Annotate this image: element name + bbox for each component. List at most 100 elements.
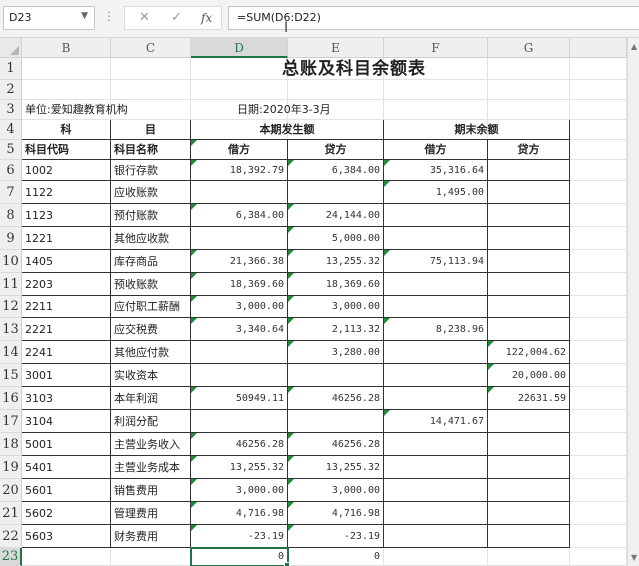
- table-cell-g[interactable]: [488, 204, 570, 227]
- table-cell-e[interactable]: 5,000.00: [288, 227, 384, 250]
- table-cell-e[interactable]: 13,255.32: [288, 456, 384, 479]
- table-cell-e[interactable]: 3,280.00: [288, 341, 384, 364]
- column-header-b[interactable]: B: [22, 38, 111, 58]
- table-cell-d[interactable]: 13,255.32: [191, 456, 288, 479]
- table-cell-e[interactable]: 3,000.00: [288, 296, 384, 318]
- table-cell-name[interactable]: 银行存款: [111, 160, 191, 181]
- row-header-16[interactable]: 16: [0, 387, 22, 410]
- row-header-2[interactable]: 2: [0, 80, 22, 100]
- table-cell-name[interactable]: 财务费用: [111, 525, 191, 548]
- table-cell-d[interactable]: 21,366.38: [191, 250, 288, 273]
- table-cell-f[interactable]: [384, 227, 488, 250]
- table-cell-d[interactable]: 46256.28: [191, 433, 288, 456]
- table-cell-code[interactable]: 3103: [22, 387, 111, 410]
- table-cell-f[interactable]: [384, 296, 488, 318]
- row-header-7[interactable]: 7: [0, 181, 22, 204]
- table-cell-code[interactable]: 2203: [22, 273, 111, 296]
- cancel-icon[interactable]: ✕: [139, 10, 150, 25]
- row-header-17[interactable]: 17: [0, 410, 22, 433]
- row-header-9[interactable]: 9: [0, 227, 22, 250]
- column-header-g[interactable]: G: [488, 38, 570, 58]
- table-cell-name[interactable]: 销售费用: [111, 479, 191, 502]
- table-cell-f[interactable]: [384, 456, 488, 479]
- formula-input[interactable]: =SUM(D6:D22): [228, 6, 639, 30]
- table-cell-code[interactable]: 5601: [22, 479, 111, 502]
- fill-handle[interactable]: [284, 562, 290, 566]
- table-cell-g[interactable]: [488, 502, 570, 525]
- table-cell-f[interactable]: 8,238.96: [384, 318, 488, 341]
- table-cell-code[interactable]: 1405: [22, 250, 111, 273]
- row-header-22[interactable]: 22: [0, 525, 22, 548]
- table-cell-code[interactable]: 2211: [22, 296, 111, 318]
- row-header-19[interactable]: 19: [0, 456, 22, 479]
- table-cell-f[interactable]: [384, 273, 488, 296]
- table-cell-code[interactable]: 5603: [22, 525, 111, 548]
- table-cell-g[interactable]: [488, 433, 570, 456]
- table-cell-e[interactable]: 18,369.60: [288, 273, 384, 296]
- table-cell-g[interactable]: [488, 479, 570, 502]
- table-cell-f[interactable]: [384, 204, 488, 227]
- table-cell-name[interactable]: 利润分配: [111, 410, 191, 433]
- table-cell-d[interactable]: 18,392.79: [191, 160, 288, 181]
- row-header-10[interactable]: 10: [0, 250, 22, 273]
- table-cell-e[interactable]: -23.19: [288, 525, 384, 548]
- table-cell-name[interactable]: 库存商品: [111, 250, 191, 273]
- table-cell-e[interactable]: 2,113.32: [288, 318, 384, 341]
- table-cell-name[interactable]: 管理费用: [111, 502, 191, 525]
- table-cell-f[interactable]: [384, 502, 488, 525]
- table-cell-name[interactable]: 主营业务收入: [111, 433, 191, 456]
- table-cell-g[interactable]: [488, 250, 570, 273]
- row-header-12[interactable]: 12: [0, 296, 22, 318]
- table-cell-e[interactable]: 46256.28: [288, 387, 384, 410]
- table-cell-d[interactable]: -23.19: [191, 525, 288, 548]
- table-cell-f[interactable]: [384, 525, 488, 548]
- row-header-1[interactable]: 1: [0, 58, 22, 80]
- row-header-8[interactable]: 8: [0, 204, 22, 227]
- table-cell-g[interactable]: [488, 318, 570, 341]
- row-header-4[interactable]: 4: [0, 120, 22, 140]
- row-header-5[interactable]: 5: [0, 140, 22, 160]
- table-cell-name[interactable]: 应付职工薪酬: [111, 296, 191, 318]
- row-header-3[interactable]: 3: [0, 100, 22, 120]
- table-cell-d[interactable]: [191, 181, 288, 204]
- table-cell-d[interactable]: 4,716.98: [191, 502, 288, 525]
- column-header-e[interactable]: E: [288, 38, 384, 58]
- enter-icon[interactable]: ✓: [171, 10, 182, 25]
- table-cell-name[interactable]: 实收资本: [111, 364, 191, 387]
- table-cell-f[interactable]: [384, 479, 488, 502]
- total-debit[interactable]: 0: [191, 548, 288, 566]
- scroll-up-icon[interactable]: ▲: [631, 42, 637, 51]
- table-cell-d[interactable]: 18,369.60: [191, 273, 288, 296]
- row-header-11[interactable]: 11: [0, 273, 22, 296]
- scroll-down-icon[interactable]: ▼: [631, 553, 637, 562]
- table-cell-code[interactable]: 5001: [22, 433, 111, 456]
- table-cell-f[interactable]: 75,113.94: [384, 250, 488, 273]
- table-cell-d[interactable]: [191, 341, 288, 364]
- table-cell-code[interactable]: 3104: [22, 410, 111, 433]
- table-cell-code[interactable]: 2241: [22, 341, 111, 364]
- table-cell-d[interactable]: 6,384.00: [191, 204, 288, 227]
- table-cell-d[interactable]: [191, 227, 288, 250]
- table-cell-e[interactable]: [288, 181, 384, 204]
- table-cell-f[interactable]: 35,316.64: [384, 160, 488, 181]
- table-cell-e[interactable]: 4,716.98: [288, 502, 384, 525]
- row-header-15[interactable]: 15: [0, 364, 22, 387]
- table-cell-code[interactable]: 5401: [22, 456, 111, 479]
- column-header-d[interactable]: D: [191, 38, 288, 58]
- table-cell-f[interactable]: [384, 364, 488, 387]
- table-cell-name[interactable]: 本年利润: [111, 387, 191, 410]
- table-cell-g[interactable]: 20,000.00: [488, 364, 570, 387]
- table-cell-code[interactable]: 1002: [22, 160, 111, 181]
- select-all-corner[interactable]: [0, 38, 22, 58]
- table-cell-code[interactable]: 2221: [22, 318, 111, 341]
- table-cell-code[interactable]: 1123: [22, 204, 111, 227]
- table-cell-name[interactable]: 应收账款: [111, 181, 191, 204]
- table-cell-name[interactable]: 预付账款: [111, 204, 191, 227]
- table-cell-d[interactable]: 3,000.00: [191, 296, 288, 318]
- table-cell-g[interactable]: [488, 456, 570, 479]
- table-cell-code[interactable]: 1221: [22, 227, 111, 250]
- table-cell-code[interactable]: 5602: [22, 502, 111, 525]
- chevron-down-icon[interactable]: ▼: [81, 11, 88, 21]
- table-cell-g[interactable]: [488, 160, 570, 181]
- table-cell-f[interactable]: [384, 387, 488, 410]
